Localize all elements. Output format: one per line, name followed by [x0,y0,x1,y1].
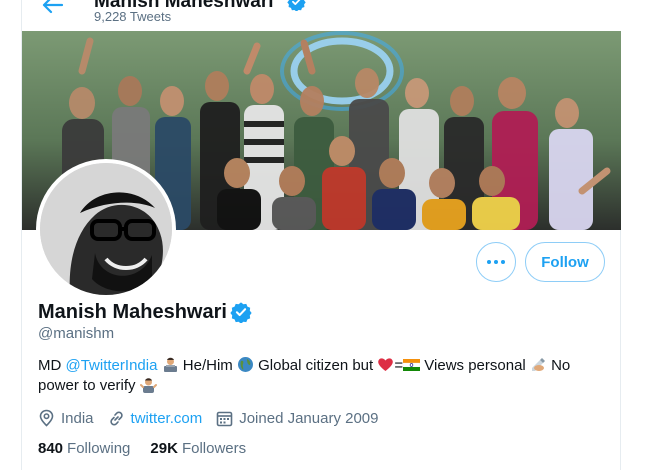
website-link[interactable]: twitter.com [131,410,203,427]
bio-text: MD [38,357,66,374]
more-options-button[interactable] [476,242,516,282]
bio-text: He/Him [178,357,237,374]
profile-meta-row: India twitter.com Joined January 2009 [38,408,393,428]
globe-emoji-icon [237,357,253,372]
profile-header-bar: Manish Maheshwari 9,228 Tweets [22,0,621,31]
back-button[interactable] [40,0,66,16]
location-item: India [38,409,94,427]
profile-column: Manish Maheshwari 9,228 Tweets Follow Ma… [21,0,621,470]
profile-bio: MD @TwitterIndia He/Him Global citizen b… [38,356,608,396]
man-technologist-emoji-icon [163,357,177,372]
followers-label: Followers [181,440,247,457]
followers-stat[interactable]: 29K Followers [150,440,246,457]
bio-text: Views personal [420,357,530,374]
writing-hand-emoji-icon [531,358,545,371]
profile-stats: 840 Following 29K Followers [38,440,266,457]
man-shrugging-emoji-icon [139,378,157,393]
tweets-count: 9,228 Tweets [94,9,172,24]
profile-avatar[interactable] [36,159,176,299]
following-label: Following [67,440,131,457]
following-count: 840 [38,440,64,457]
follow-button[interactable]: Follow [525,242,605,282]
following-stat[interactable]: 840 Following [38,440,130,457]
red-heart-emoji-icon [378,358,394,371]
verified-badge-icon [287,0,306,11]
back-arrow-icon [42,0,64,14]
followers-count: 29K [150,440,178,457]
profile-display-name: Manish Maheshwari [38,301,227,323]
verified-badge-icon [230,302,252,323]
location-text: India [61,409,94,427]
link-icon [109,411,123,425]
avatar-photo [40,163,172,295]
joined-item: Joined January 2009 [216,409,379,427]
website-item: twitter.com [108,410,203,427]
india-flag-emoji-icon [403,359,421,371]
profile-handle: @manishm [38,325,115,342]
joined-text: Joined January 2009 [239,409,379,427]
location-pin-icon [39,409,54,427]
bio-mention-link[interactable]: @TwitterIndia [66,357,158,374]
more-dots-icon [487,260,505,264]
calendar-icon [216,411,233,426]
bio-text: Global citizen but [253,357,378,374]
bio-text: = [394,357,404,374]
